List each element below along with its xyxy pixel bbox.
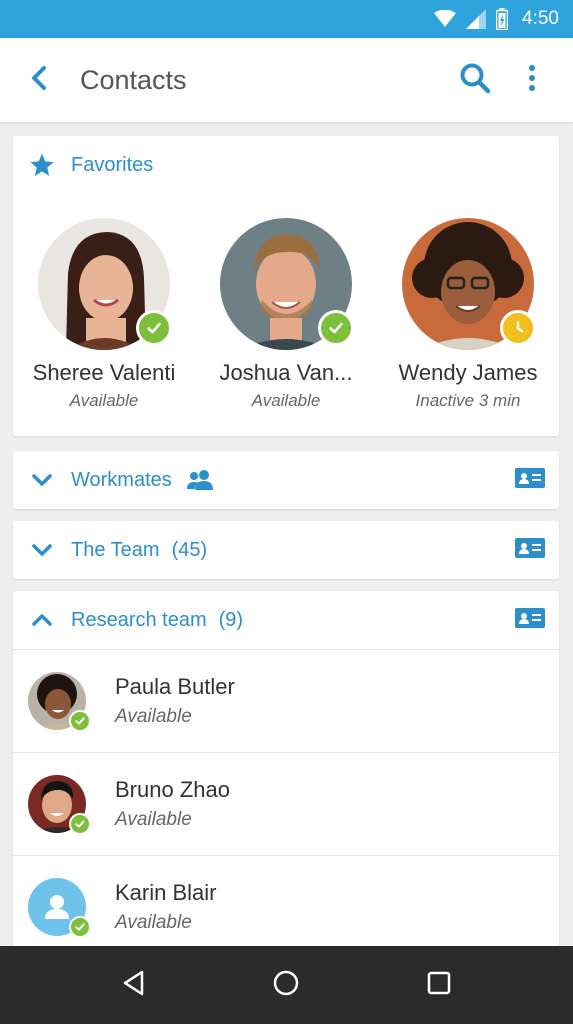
more-vert-icon: [528, 64, 536, 96]
nav-recents-button[interactable]: [411, 957, 467, 1013]
avatar: [38, 218, 172, 350]
avatar: [28, 672, 91, 732]
favorite-contact[interactable]: Joshua Van... Available: [195, 218, 377, 436]
contact-card-icon: [515, 468, 545, 492]
chevron-down-icon: [13, 473, 71, 487]
back-button[interactable]: [0, 38, 78, 122]
favorite-contact[interactable]: Wendy James Inactive 3 min: [377, 218, 559, 436]
contact-name: Wendy James: [398, 360, 538, 385]
more-options-button[interactable]: [503, 38, 561, 122]
group-workmates[interactable]: Workmates: [13, 451, 559, 509]
presence-available-icon: [69, 916, 91, 938]
contact-status: Available: [69, 391, 139, 410]
people-icon: [186, 469, 214, 491]
contact-status: Available: [115, 706, 192, 727]
back-arrow-icon: [30, 65, 48, 95]
navigation-bar: [0, 946, 573, 1024]
contact-card-icon: [515, 608, 545, 632]
contact-status: Available: [115, 912, 192, 933]
wifi-icon: [434, 10, 457, 28]
contact-card-button[interactable]: [515, 468, 545, 492]
search-button[interactable]: [447, 38, 503, 122]
group-header[interactable]: Workmates: [13, 451, 559, 509]
group-header[interactable]: The Team (45): [13, 521, 559, 579]
group-header[interactable]: Research team (9): [13, 591, 559, 649]
contact-status: Available: [251, 391, 321, 410]
favorite-contact[interactable]: Sheree Valenti Available: [13, 218, 195, 436]
presence-away-icon: [500, 310, 536, 346]
nav-recents-icon: [427, 971, 451, 999]
contact-name: Paula Butler: [115, 674, 235, 699]
presence-available-icon: [318, 310, 354, 346]
avatar: [28, 775, 91, 835]
list-item[interactable]: Karin Blair Available: [13, 855, 559, 958]
group-count: (9): [218, 608, 244, 631]
favorites-card: Favorites Sheree Valenti Available Joshu…: [13, 136, 559, 436]
status-bar: 4:50: [0, 0, 573, 38]
avatar: [402, 218, 536, 350]
status-time: 4:50: [522, 8, 559, 29]
list-item[interactable]: Paula Butler Available: [13, 649, 559, 752]
chevron-up-icon: [13, 613, 71, 627]
search-icon: [459, 62, 491, 98]
signal-icon: [466, 9, 487, 29]
nav-back-icon: [122, 970, 146, 1000]
nav-back-button[interactable]: [106, 957, 162, 1013]
contact-name: Sheree Valenti: [32, 360, 176, 385]
favorites-label: Favorites: [71, 153, 154, 176]
favorites-list: Sheree Valenti Available Joshua Van... A…: [13, 194, 559, 436]
group-the-team[interactable]: The Team (45): [13, 521, 559, 579]
group-label: The Team: [71, 538, 160, 561]
presence-available-icon: [136, 310, 172, 346]
avatar: [28, 878, 91, 938]
battery-icon: [496, 8, 509, 30]
chevron-down-icon: [13, 543, 71, 557]
avatar: [220, 218, 354, 350]
star-icon: [13, 152, 71, 178]
contact-status: Inactive 3 min: [415, 391, 521, 410]
contact-card-button[interactable]: [515, 538, 545, 562]
nav-home-button[interactable]: [258, 957, 314, 1013]
page-title: Contacts: [80, 64, 187, 95]
contact-card-icon: [515, 538, 545, 562]
contact-name: Bruno Zhao: [115, 777, 230, 802]
contact-name: Karin Blair: [115, 880, 217, 905]
nav-home-icon: [273, 970, 299, 1000]
app-bar: Contacts: [0, 38, 573, 122]
group-label: Research team: [71, 608, 207, 631]
presence-available-icon: [69, 813, 91, 835]
contact-card-button[interactable]: [515, 608, 545, 632]
group-label: Workmates: [71, 468, 172, 491]
favorites-header[interactable]: Favorites: [13, 136, 559, 194]
group-research-team: Research team (9) Paula Butler Available…: [13, 591, 559, 961]
list-item[interactable]: Bruno Zhao Available: [13, 752, 559, 855]
presence-available-icon: [69, 710, 91, 732]
contact-name: Joshua Van...: [219, 360, 353, 385]
group-count: (45): [171, 538, 208, 561]
contact-status: Available: [115, 809, 192, 830]
